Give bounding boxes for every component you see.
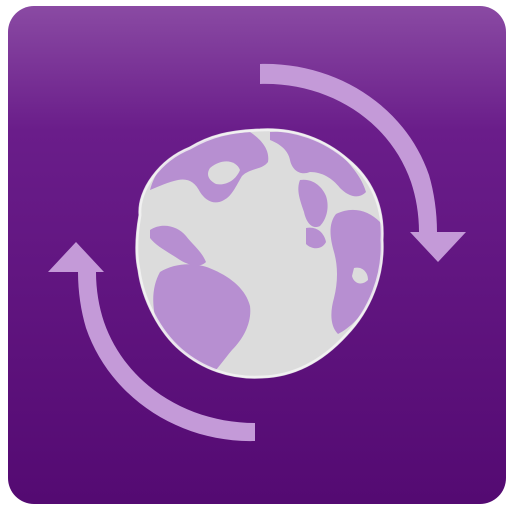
app-icon[interactable]	[0, 0, 512, 512]
app-icon-graphic	[8, 6, 506, 504]
